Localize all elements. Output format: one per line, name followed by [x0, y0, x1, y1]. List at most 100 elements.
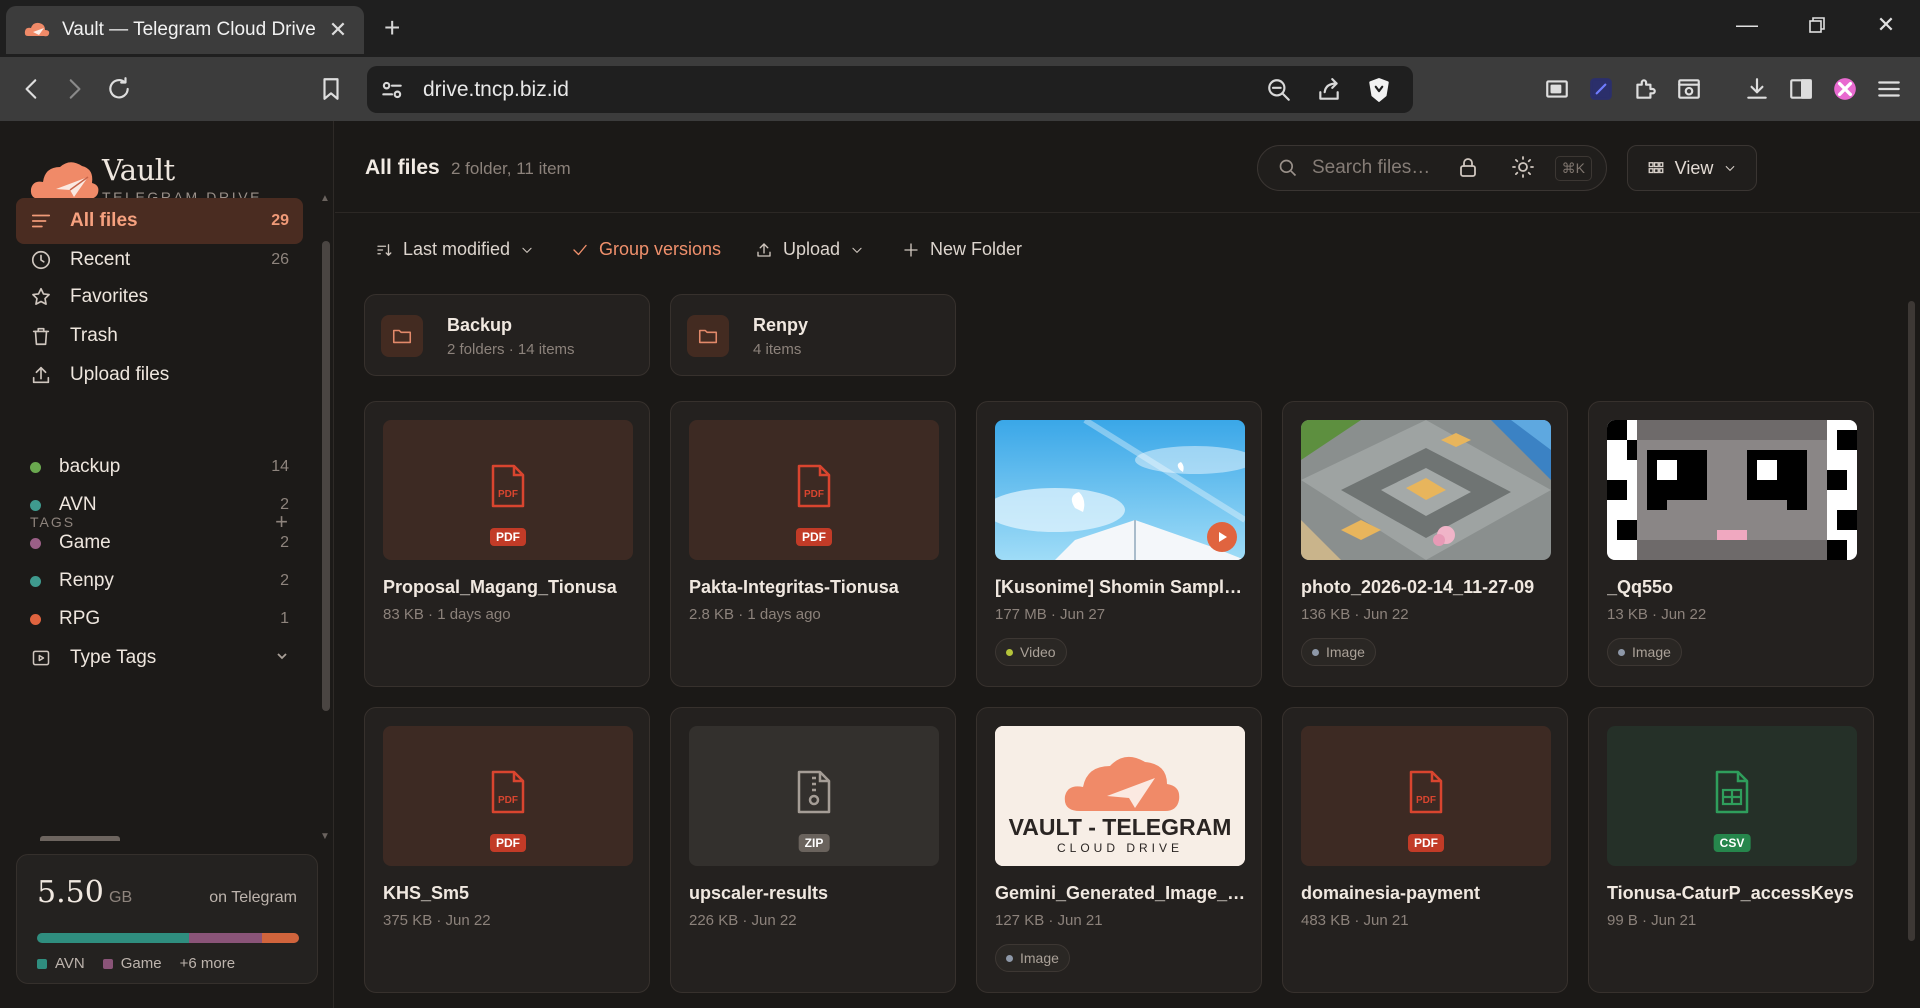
- legend-item-avn: AVN: [37, 955, 85, 972]
- close-window-icon[interactable]: ✕: [1866, 12, 1906, 38]
- view-options-button[interactable]: View: [1627, 145, 1757, 191]
- type-chip-image[interactable]: Image: [995, 944, 1070, 972]
- tag-item-avn[interactable]: AVN 2: [16, 485, 303, 525]
- search-shortcut-hint: ⌘K: [1554, 155, 1592, 181]
- file-card[interactable]: CSV Tionusa-CaturP_accessKeys 99 B · Jun…: [1588, 707, 1874, 993]
- pdf-file-icon: PDF: [1409, 770, 1443, 814]
- restore-icon[interactable]: [1797, 12, 1837, 40]
- scroll-down-arrow-icon[interactable]: ▼: [320, 831, 330, 842]
- browser-menu-icon[interactable]: [1867, 67, 1911, 111]
- sidebar-toggle-icon[interactable]: [1779, 67, 1823, 111]
- tag-item-backup[interactable]: backup 14: [16, 447, 303, 487]
- type-tags-toggle[interactable]: Type Tags: [16, 638, 303, 678]
- file-card[interactable]: PDF PDF Proposal_Magang_Tionusa 83 KB · …: [364, 401, 650, 687]
- zip-file-icon: [797, 770, 831, 814]
- share-icon[interactable]: [1314, 75, 1344, 105]
- upload-dropdown[interactable]: Upload: [755, 239, 864, 260]
- zoom-out-icon[interactable]: [1264, 75, 1294, 105]
- storage-segment: [37, 933, 189, 943]
- file-type-badge: PDF: [490, 834, 526, 852]
- lock-icon[interactable]: [1456, 155, 1484, 183]
- page-header: All files 2 folder, 11 item Search files…: [335, 121, 1920, 213]
- type-chip-video[interactable]: Video: [995, 638, 1067, 666]
- tag-count: 2: [280, 496, 289, 513]
- svg-text:PDF: PDF: [498, 489, 518, 500]
- type-chip-image[interactable]: Image: [1607, 638, 1682, 666]
- scroll-up-arrow-icon[interactable]: ▲: [320, 193, 330, 204]
- trash-icon: [30, 325, 52, 347]
- vault-cloud-logo-icon: [30, 162, 99, 199]
- chevron-down-icon: [522, 247, 532, 253]
- file-name: Gemini_Generated_Image_id...: [995, 883, 1247, 903]
- upload-label: Upload: [783, 239, 841, 259]
- site-settings-icon[interactable]: [377, 75, 407, 105]
- extension-app-icon[interactable]: [1579, 67, 1623, 111]
- upload-icon: [757, 242, 771, 257]
- nav-label: All files: [70, 210, 138, 231]
- minimize-icon[interactable]: —: [1727, 12, 1767, 38]
- reload-icon[interactable]: [97, 67, 141, 111]
- tag-count: 1: [280, 610, 289, 627]
- upload-icon: [30, 364, 52, 386]
- view-label: View: [1674, 157, 1714, 178]
- download-icon[interactable]: [1735, 67, 1779, 111]
- folder-card-renpy[interactable]: Renpy 4 items: [670, 294, 956, 376]
- tab-close-icon[interactable]: ✕: [326, 17, 350, 43]
- file-card[interactable]: PDF PDF Pakta-Integritas-Tionusa 2.8 KB …: [670, 401, 956, 687]
- new-folder-button[interactable]: New Folder: [902, 239, 1022, 260]
- nav-label: Favorites: [70, 286, 149, 307]
- file-name: domainesia-payment: [1301, 883, 1481, 903]
- bookmark-icon[interactable]: [309, 67, 353, 111]
- theme-sun-icon[interactable]: [1511, 155, 1539, 183]
- main-scrollbar[interactable]: [1908, 301, 1915, 941]
- file-name: KHS_Sm5: [383, 883, 470, 903]
- file-card[interactable]: ZIP upscaler-results 226 KB · Jun 22: [670, 707, 956, 993]
- tag-item-rpg[interactable]: RPG 1: [16, 599, 303, 639]
- browser-tab[interactable]: Vault — Telegram Cloud Drive ✕: [6, 6, 364, 54]
- tag-item-renpy[interactable]: Renpy 2: [16, 561, 303, 601]
- tag-item-game[interactable]: Game 2: [16, 523, 303, 563]
- file-card[interactable]: PDF PDF domainesia-payment 483 KB · Jun …: [1282, 707, 1568, 993]
- file-thumbnail: PDF PDF: [383, 420, 633, 560]
- back-icon[interactable]: [10, 67, 54, 111]
- file-name: photo_2026-02-14_11-27-09: [1301, 577, 1535, 597]
- file-thumbnail: PDF PDF: [383, 726, 633, 866]
- play-icon[interactable]: [1207, 522, 1237, 552]
- tab-title: Vault — Telegram Cloud Drive: [62, 19, 316, 40]
- vault-app: Vault TELEGRAM DRIVE All files 29 Recent…: [0, 121, 1920, 1008]
- tab-search-icon[interactable]: [1667, 67, 1711, 111]
- file-card[interactable]: VAULT - TELEGRAM CLOUD DRIVE Gemini_Gene…: [976, 707, 1262, 993]
- tag-label: Game: [59, 532, 111, 553]
- folder-name: Renpy: [753, 315, 809, 335]
- sort-label: Last modified: [403, 239, 511, 259]
- chip-label: Image: [1326, 644, 1365, 660]
- image-thumbnail: VAULT - TELEGRAM CLOUD DRIVE: [995, 726, 1245, 866]
- type-chip-image[interactable]: Image: [1301, 638, 1376, 666]
- storage-widget: 5.50 GB on Telegram AVN Game +6 more: [16, 854, 318, 984]
- legend-more-link[interactable]: +6 more: [180, 955, 235, 972]
- file-meta: 226 KB · Jun 22: [689, 912, 797, 929]
- address-bar[interactable]: drive.tncp.biz.id: [367, 66, 1413, 113]
- profile-avatar-icon[interactable]: [1823, 67, 1867, 111]
- file-card[interactable]: [Kusonime] Shomin Sample B... 177 MB · J…: [976, 401, 1262, 687]
- folder-card-backup[interactable]: Backup 2 folders · 14 items: [364, 294, 650, 376]
- forward-icon[interactable]: [52, 67, 96, 111]
- brave-shield-icon[interactable]: [1364, 75, 1394, 105]
- search-box[interactable]: Search files… ⌘K: [1257, 145, 1607, 191]
- file-card[interactable]: _Qq55o 13 KB · Jun 22 Image: [1588, 401, 1874, 687]
- sort-icon: [377, 243, 392, 256]
- extensions-puzzle-icon[interactable]: [1623, 67, 1667, 111]
- sort-dropdown[interactable]: Last modified: [375, 239, 534, 260]
- reader-mode-icon[interactable]: [1535, 67, 1579, 111]
- nav-upload-files[interactable]: Upload files: [16, 352, 303, 398]
- browser-toolbar: drive.tncp.biz.id: [0, 57, 1920, 121]
- new-tab-plus-icon[interactable]: +: [384, 14, 400, 42]
- file-name: [Kusonime] Shomin Sample B...: [995, 577, 1247, 597]
- file-name: Tionusa-CaturP_accessKeys: [1607, 883, 1854, 903]
- folder-name: Backup: [447, 315, 513, 335]
- sidebar-scrollbar[interactable]: [322, 241, 330, 711]
- file-card[interactable]: photo_2026-02-14_11-27-09 136 KB · Jun 2…: [1282, 401, 1568, 687]
- file-card[interactable]: PDF PDF KHS_Sm5 375 KB · Jun 22: [364, 707, 650, 993]
- group-versions-toggle[interactable]: Group versions: [571, 239, 721, 260]
- chevron-down-icon: [852, 247, 862, 253]
